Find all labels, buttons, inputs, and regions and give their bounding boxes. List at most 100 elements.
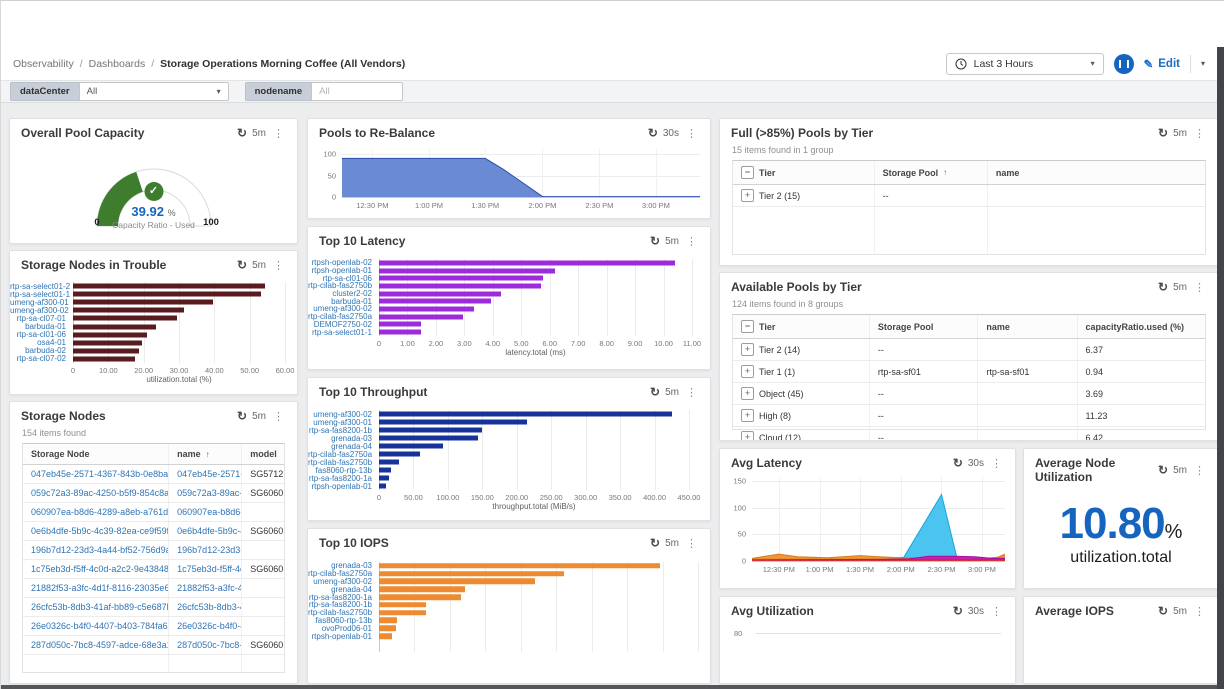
table-link[interactable]: 26cfc53b-8db3-41af (169, 598, 242, 616)
column-header[interactable]: −Tier (733, 315, 870, 338)
table-link[interactable]: 196b7d12-23d3-4a44-bf52-756d9ad58... (23, 541, 169, 559)
kebab-menu-icon[interactable]: ⋮ (684, 127, 699, 140)
expand-icon[interactable]: + (741, 365, 754, 378)
table-row[interactable]: 21882f53-a3fc-4d1f-8116-23035e6b74bc2188… (23, 579, 284, 598)
table-header-row: Storage Nodename↑model (23, 444, 284, 465)
table-row[interactable]: +Tier 2 (14)--6.37 (733, 339, 1205, 361)
table-link[interactable]: 26cfc53b-8db3-41af-bb89-c5e687b9e0... (23, 598, 169, 616)
kebab-menu-icon[interactable]: ⋮ (271, 410, 286, 423)
table-link[interactable]: 0e6b4dfe-5b9c-4c3 (169, 522, 242, 540)
table-link[interactable]: 1c75eb3d-f5ff-4c0d-a2c2-9e43848c297f (23, 560, 169, 578)
kebab-menu-icon[interactable]: ⋮ (684, 537, 699, 550)
bar-label[interactable]: rtpsh-openlab-01 (308, 482, 379, 491)
bar-track (73, 347, 285, 355)
collapse-icon[interactable]: − (741, 320, 754, 333)
column-header[interactable]: name (978, 315, 1077, 338)
kebab-menu-icon[interactable]: ⋮ (1192, 127, 1207, 140)
kebab-menu-icon[interactable]: ⋮ (989, 457, 1004, 470)
bar-label[interactable]: rtp-sa-cl07-02 (10, 354, 73, 363)
table-link[interactable]: 196b7d12-23d3-4a4 (169, 541, 242, 559)
kebab-menu-icon[interactable]: ⋮ (684, 386, 699, 399)
kebab-menu-icon[interactable]: ⋮ (684, 235, 699, 248)
refresh-icon[interactable]: ↻ (953, 604, 963, 618)
table-link[interactable]: 21882f53-a3fc-4d1f-8116-23035e6b74bc (23, 579, 169, 597)
kebab-menu-icon[interactable]: ⋮ (1192, 281, 1207, 294)
kebab-menu-icon[interactable]: ⋮ (271, 127, 286, 140)
scrollbar[interactable] (1217, 47, 1224, 689)
expand-icon[interactable]: + (741, 431, 754, 441)
kebab-menu-icon[interactable]: ⋮ (989, 605, 1004, 618)
refresh-icon[interactable]: ↻ (648, 126, 658, 140)
expand-icon[interactable]: + (741, 189, 754, 202)
bar (379, 563, 660, 569)
table-link[interactable]: 287d050c-7bc8-459 (169, 636, 242, 654)
refresh-icon[interactable]: ↻ (1158, 604, 1168, 618)
table-link[interactable]: 21882f53-a3fc-4d1f- (169, 579, 242, 597)
column-header[interactable]: Storage Pool (870, 315, 979, 338)
column-header[interactable]: name (988, 161, 1205, 184)
table-row[interactable]: 196b7d12-23d3-4a44-bf52-756d9ad58...196b… (23, 541, 284, 560)
column-header[interactable]: model (242, 444, 284, 464)
table-row[interactable]: 287d050c-7bc8-4597-adce-68e3a1087...287d… (23, 636, 284, 655)
refresh-icon[interactable]: ↻ (1158, 126, 1168, 140)
axis-tick: 5.00 (514, 339, 529, 348)
table-link[interactable]: 26e0326c-b4f0-4407-b403-784fa6a76cad (23, 617, 169, 635)
edit-button[interactable]: ✎ Edit (1144, 57, 1180, 71)
nodename-input[interactable] (311, 82, 403, 101)
breadcrumb-dashboards[interactable]: Dashboards (89, 58, 146, 70)
bar-track (379, 617, 698, 625)
table-link[interactable]: 0e6b4dfe-5b9c-4c39-82ea-ce9f59f10724 (23, 522, 169, 540)
table-link[interactable]: 047eb45e-2571-4367-843b-0e8bad58f... (23, 465, 169, 483)
refresh-icon[interactable]: ↻ (650, 536, 660, 550)
table-row[interactable]: +Tier 2 (15)-- (733, 185, 1205, 207)
breadcrumb-observability[interactable]: Observability (13, 58, 74, 70)
table-link[interactable]: 059c72a3-89ac-4250-b5f9-854c8a0faa85 (23, 484, 169, 502)
table-link[interactable]: 1c75eb3d-f5ff-4c0d (169, 560, 242, 578)
table-link[interactable]: 059c72a3-89ac-425 (169, 484, 242, 502)
expand-icon[interactable]: + (741, 343, 754, 356)
table-row[interactable]: 059c72a3-89ac-4250-b5f9-854c8a0faa85059c… (23, 484, 284, 503)
column-header[interactable]: Storage Pool↑ (875, 161, 988, 184)
bar-chart: umeng-af300-02umeng-af300-01rtp-sa-fas82… (308, 410, 710, 511)
table-row[interactable]: +Tier 1 (1)rtp-sa-sf01rtp-sa-sf010.94 (733, 361, 1205, 383)
table-link[interactable]: 26e0326c-b4f0-4407 (169, 617, 242, 635)
table-link[interactable]: 047eb45e-2571-436 (169, 465, 242, 483)
column-header[interactable]: capacityRatio.used (%) (1078, 315, 1205, 338)
expand-icon[interactable]: + (741, 409, 754, 422)
column-header[interactable]: −Tier (733, 161, 875, 184)
header-more-caret[interactable]: ▾ (1201, 59, 1205, 68)
table-row[interactable]: 26cfc53b-8db3-41af-bb89-c5e687b9e0...26c… (23, 598, 284, 617)
table-row[interactable]: 1c75eb3d-f5ff-4c0d-a2c2-9e43848c297f1c75… (23, 560, 284, 579)
kebab-menu-icon[interactable]: ⋮ (271, 259, 286, 272)
table-row[interactable]: 0e6b4dfe-5b9c-4c39-82ea-ce9f59f107240e6b… (23, 522, 284, 541)
expand-icon[interactable]: + (741, 387, 754, 400)
refresh-icon[interactable]: ↻ (237, 409, 247, 423)
refresh-icon[interactable]: ↻ (953, 456, 963, 470)
cell: -- (875, 185, 988, 206)
column-header[interactable]: name↑ (169, 444, 242, 464)
refresh-icon[interactable]: ↻ (1158, 280, 1168, 294)
datacenter-select[interactable]: All ▾ (79, 82, 229, 101)
table-row[interactable]: +Object (45)--3.69 (733, 383, 1205, 405)
table-row[interactable]: +High (8)--11.23 (733, 405, 1205, 427)
bar (73, 316, 177, 321)
bar-label[interactable]: rtpsh-openlab-01 (308, 632, 379, 641)
table-link[interactable]: 287d050c-7bc8-4597-adce-68e3a1087... (23, 636, 169, 654)
refresh-icon[interactable]: ↻ (650, 385, 660, 399)
column-header[interactable]: Storage Node (23, 444, 169, 464)
refresh-icon[interactable]: ↻ (650, 234, 660, 248)
bar-label[interactable]: rtp-sa-select01-1 (308, 328, 379, 337)
refresh-icon[interactable]: ↻ (237, 258, 247, 272)
table-row[interactable]: 26e0326c-b4f0-4407-b403-784fa6a76cad26e0… (23, 617, 284, 636)
table-link[interactable]: 060907ea-b8d6-428 (169, 503, 242, 521)
page-title: Storage Operations Morning Coffee (All V… (160, 58, 405, 70)
collapse-icon[interactable]: − (741, 166, 754, 179)
kebab-menu-icon[interactable]: ⋮ (1192, 605, 1207, 618)
table-row[interactable]: +Cloud (12)--6.42 (733, 427, 1205, 441)
time-range-selector[interactable]: Last 3 Hours ▾ (946, 53, 1104, 75)
refresh-icon[interactable]: ↻ (237, 126, 247, 140)
table-row[interactable]: 047eb45e-2571-4367-843b-0e8bad58f...047e… (23, 465, 284, 484)
table-row[interactable]: 060907ea-b8d6-4289-a8eb-a761dd4e2...0609… (23, 503, 284, 522)
table-link[interactable]: 060907ea-b8d6-4289-a8eb-a761dd4e2... (23, 503, 169, 521)
pause-button[interactable] (1114, 54, 1134, 74)
